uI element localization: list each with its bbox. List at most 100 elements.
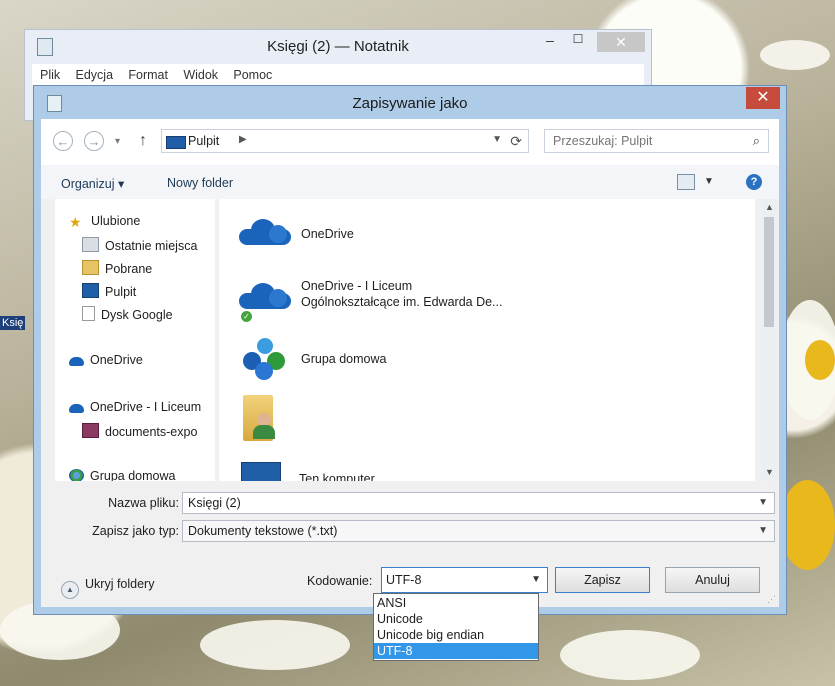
chevron-right-icon[interactable]: ▶ bbox=[239, 134, 247, 145]
save-button[interactable]: Zapisz bbox=[555, 567, 650, 593]
scrollbar-thumb[interactable] bbox=[764, 217, 774, 327]
hide-folders-toggle[interactable]: ▲ Ukryj foldery bbox=[61, 577, 154, 599]
dialog-titlebar[interactable]: Zapisywanie jako ✕ bbox=[34, 86, 786, 120]
filename-field[interactable]: Księgi (2) ▼ bbox=[182, 492, 775, 514]
list-item[interactable]: ✓ OneDrive - I Liceum Ogólnokształcące i… bbox=[239, 277, 659, 322]
chevron-down-icon[interactable]: ▼ bbox=[531, 574, 541, 585]
nav-item-homegroup[interactable]: Grupa domowa bbox=[69, 469, 175, 481]
filetype-select[interactable]: Dokumenty tekstowe (*.txt) ▼ bbox=[182, 520, 775, 542]
search-icon[interactable]: ⌕ bbox=[753, 133, 760, 149]
filetype-label: Zapisz jako typ: bbox=[92, 524, 179, 538]
desktop-icon-label[interactable]: Księ bbox=[0, 316, 26, 330]
navigation-bar: ← → ▾ ↑ Pulpit ▶ ▼ ⟳ ⌕ bbox=[41, 119, 779, 165]
notepad-close-button[interactable]: ✕ bbox=[597, 32, 645, 52]
encoding-select[interactable]: UTF-8 ▼ bbox=[381, 567, 548, 593]
file-list-scrollbar[interactable]: ▲ ▼ bbox=[761, 199, 777, 481]
list-item[interactable]: OneDrive bbox=[239, 217, 539, 253]
item-subtitle: Ogólnokształcące im. Edwarda De... bbox=[301, 295, 503, 309]
view-options-icon[interactable] bbox=[677, 174, 695, 190]
nav-item-recent-places[interactable]: Ostatnie miejsca bbox=[82, 237, 197, 253]
encoding-option-unicode-big-endian[interactable]: Unicode big endian bbox=[374, 627, 538, 643]
command-toolbar: Organizuj ▾ Nowy folder ▼ ? bbox=[41, 165, 779, 199]
desktop-icon bbox=[82, 283, 99, 298]
list-item[interactable]: Ten komputer bbox=[241, 462, 541, 481]
downloads-folder-icon bbox=[82, 260, 99, 275]
resize-grip-icon[interactable]: ⋰ bbox=[767, 594, 776, 605]
menu-help[interactable]: Pomoc bbox=[233, 68, 272, 82]
filename-label: Nazwa pliku: bbox=[108, 496, 179, 510]
onedrive-cloud-icon bbox=[69, 404, 84, 413]
item-name: Grupa domowa bbox=[301, 352, 387, 366]
chevron-down-icon[interactable]: ▼ bbox=[758, 497, 768, 508]
document-icon bbox=[82, 306, 95, 321]
nav-item-documents-export[interactable]: documents-expo bbox=[82, 423, 197, 439]
item-name: OneDrive - I Liceum bbox=[301, 279, 413, 293]
encoding-dropdown-list: ANSI Unicode Unicode big endian UTF-8 bbox=[373, 593, 539, 661]
search-box[interactable]: ⌕ bbox=[544, 129, 769, 153]
organize-button[interactable]: Organizuj ▾ bbox=[61, 176, 124, 191]
menu-edit[interactable]: Edycja bbox=[76, 68, 114, 82]
item-name: Ten komputer bbox=[299, 472, 375, 481]
onedrive-cloud-icon bbox=[239, 219, 291, 245]
cancel-button[interactable]: Anuluj bbox=[665, 567, 760, 593]
up-arrow-icon[interactable]: ↑ bbox=[139, 132, 147, 150]
encoding-option-unicode[interactable]: Unicode bbox=[374, 611, 538, 627]
view-dropdown-icon[interactable]: ▼ bbox=[704, 176, 714, 187]
encoding-value: UTF-8 bbox=[386, 573, 422, 587]
nav-label: Pulpit bbox=[105, 285, 137, 299]
nav-label: Ostatnie miejsca bbox=[105, 239, 198, 253]
computer-icon bbox=[241, 462, 281, 481]
address-bar[interactable]: Pulpit ▶ ▼ ⟳ bbox=[161, 129, 529, 153]
desktop-icon bbox=[166, 136, 186, 149]
nav-label: OneDrive bbox=[90, 353, 143, 367]
nav-item-favorites[interactable]: ★ Ulubione bbox=[69, 214, 140, 230]
notepad-titlebar[interactable]: Księgi (2) — Notatnik – ☐ ✕ bbox=[25, 30, 651, 62]
nav-label: documents-expo bbox=[105, 425, 198, 439]
new-folder-button[interactable]: Nowy folder bbox=[167, 176, 233, 190]
help-icon[interactable]: ? bbox=[746, 174, 762, 190]
navigation-pane: ★ Ulubione Ostatnie miejsca Pobrane Pulpi… bbox=[55, 199, 215, 481]
minimize-button[interactable]: – bbox=[537, 32, 563, 52]
nav-item-desktop[interactable]: Pulpit bbox=[82, 283, 136, 299]
chevron-down-icon[interactable]: ▼ bbox=[492, 134, 502, 145]
nav-item-onedrive-liceum[interactable]: OneDrive - I Liceum bbox=[69, 400, 201, 414]
encoding-option-utf8[interactable]: UTF-8 bbox=[374, 643, 538, 659]
recent-locations-dropdown[interactable]: ▾ bbox=[115, 136, 120, 147]
nav-label: Grupa domowa bbox=[90, 469, 176, 481]
scroll-up-icon[interactable]: ▲ bbox=[765, 202, 774, 212]
star-icon: ★ bbox=[69, 214, 82, 230]
onedrive-cloud-icon bbox=[69, 357, 84, 366]
maximize-button[interactable]: ☐ bbox=[565, 32, 591, 52]
nav-item-downloads[interactable]: Pobrane bbox=[82, 260, 152, 276]
refresh-icon[interactable]: ⟳ bbox=[510, 133, 522, 150]
list-item[interactable] bbox=[243, 395, 543, 447]
nav-item-google-drive[interactable]: Dysk Google bbox=[82, 306, 173, 322]
menu-view[interactable]: Widok bbox=[183, 68, 218, 82]
nav-item-onedrive[interactable]: OneDrive bbox=[69, 353, 143, 367]
forward-arrow-icon[interactable]: → bbox=[84, 131, 104, 151]
address-location[interactable]: Pulpit bbox=[188, 134, 219, 148]
encoding-label: Kodowanie: bbox=[307, 574, 373, 588]
filename-value[interactable]: Księgi (2) bbox=[188, 496, 241, 510]
notepad-menubar: Plik Edycja Format Widok Pomoc bbox=[32, 64, 644, 86]
menu-file[interactable]: Plik bbox=[40, 68, 60, 82]
scroll-down-icon[interactable]: ▼ bbox=[765, 467, 774, 477]
onedrive-cloud-icon: ✓ bbox=[239, 283, 291, 322]
encoding-option-ansi[interactable]: ANSI bbox=[374, 595, 538, 611]
menu-format[interactable]: Format bbox=[128, 68, 168, 82]
chevron-down-icon[interactable]: ▼ bbox=[758, 525, 768, 536]
file-list: OneDrive ✓ OneDrive - I Liceum Ogólnoksz… bbox=[219, 199, 755, 481]
dialog-body: ← → ▾ ↑ Pulpit ▶ ▼ ⟳ ⌕ Organizuj ▾ Nowy … bbox=[41, 119, 779, 607]
save-as-dialog: Zapisywanie jako ✕ ← → ▾ ↑ Pulpit ▶ ▼ ⟳ … bbox=[33, 85, 787, 615]
user-folder-icon bbox=[243, 395, 275, 441]
search-input[interactable] bbox=[551, 133, 745, 149]
homegroup-icon bbox=[241, 338, 287, 382]
nav-label: Dysk Google bbox=[101, 308, 173, 322]
dialog-close-button[interactable]: ✕ bbox=[746, 87, 780, 109]
item-name: OneDrive bbox=[301, 227, 354, 241]
archive-icon bbox=[82, 423, 99, 438]
back-arrow-icon[interactable]: ← bbox=[53, 131, 73, 151]
filetype-value: Dokumenty tekstowe (*.txt) bbox=[188, 524, 338, 538]
dialog-title: Zapisywanie jako bbox=[352, 95, 468, 112]
list-item[interactable]: Grupa domowa bbox=[241, 338, 541, 382]
